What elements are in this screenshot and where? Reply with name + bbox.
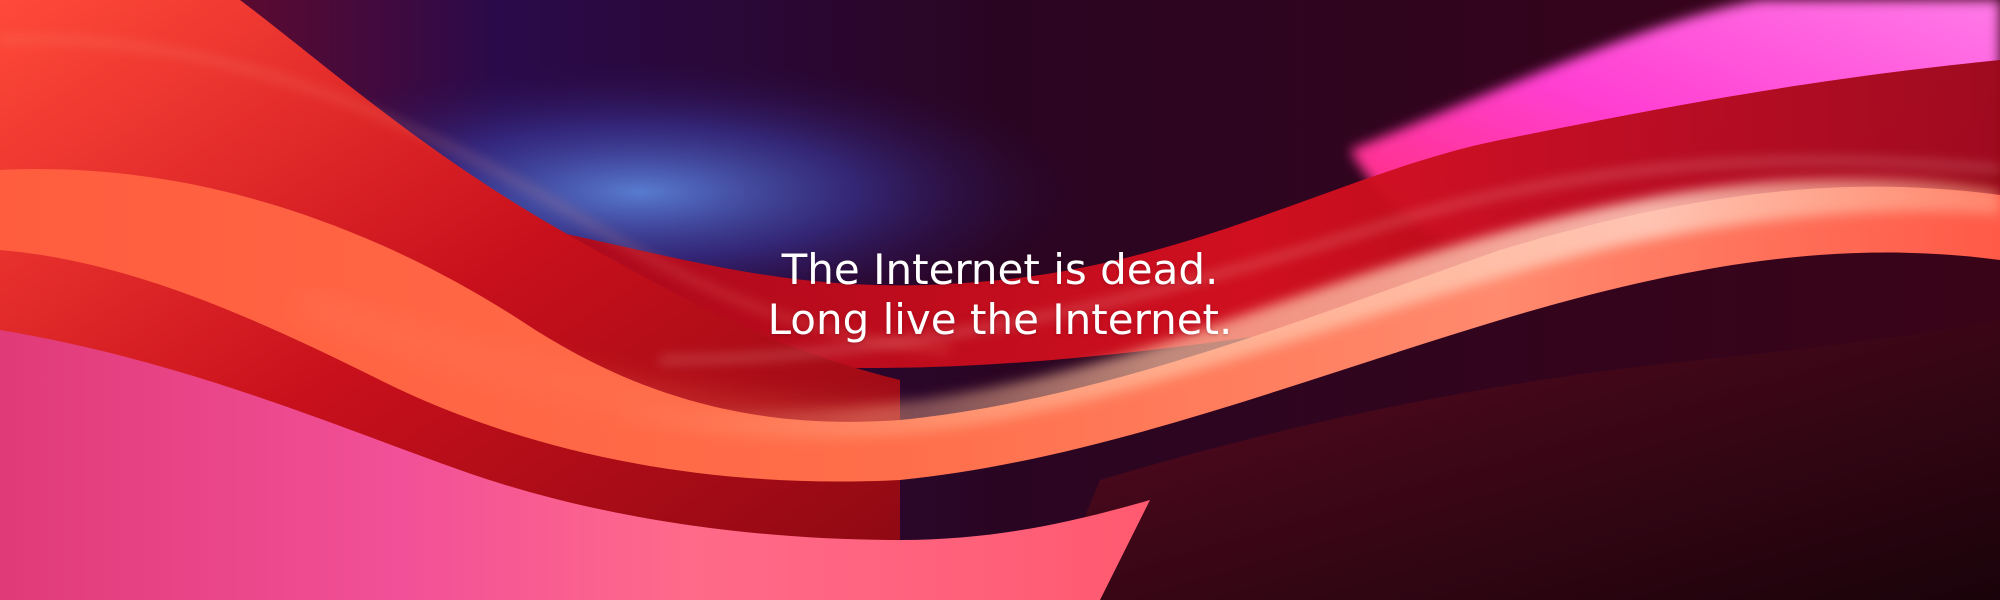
headline-text: The Internet is dead. Long live the Inte…: [0, 245, 2000, 346]
headline-line-1: The Internet is dead.: [781, 245, 1219, 294]
hero-banner: The Internet is dead. Long live the Inte…: [0, 0, 2000, 600]
headline-line-2: Long live the Internet.: [767, 295, 1233, 345]
